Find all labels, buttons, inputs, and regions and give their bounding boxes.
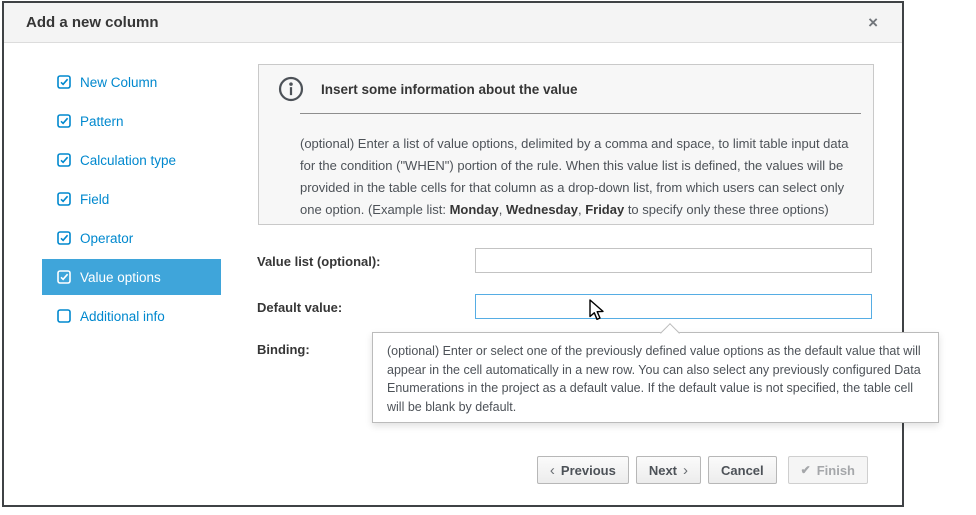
sidebar-item-label: New Column (80, 75, 157, 90)
info-panel-body: (optional) Enter a list of value options… (300, 133, 862, 221)
default-value-tooltip: (optional) Enter or select one of the pr… (372, 332, 939, 423)
mouse-cursor-icon (588, 299, 608, 321)
default-value-label: Default value: (257, 300, 342, 315)
value-list-input[interactable] (475, 248, 872, 273)
wizard-steps: New Column Pattern Calculation type Fiel… (42, 61, 221, 337)
info-panel: Insert some information about the value … (258, 64, 874, 225)
cancel-button[interactable]: Cancel (708, 456, 777, 484)
check-square-icon (57, 153, 71, 167)
binding-label: Binding: (257, 342, 310, 357)
sidebar-item-value-options[interactable]: Value options (42, 259, 221, 295)
default-value-input[interactable] (475, 294, 872, 319)
sidebar-item-operator[interactable]: Operator (42, 220, 221, 256)
dialog-titlebar: Add a new column × (4, 3, 902, 43)
close-icon[interactable]: × (868, 3, 878, 43)
sidebar-item-label: Field (80, 192, 109, 207)
check-square-icon (57, 114, 71, 128)
previous-button[interactable]: ‹ Previous (537, 456, 629, 484)
chevron-left-icon: ‹ (550, 463, 555, 478)
sidebar-item-calculation-type[interactable]: Calculation type (42, 142, 221, 178)
check-icon: ✔ (801, 463, 811, 477)
value-list-label: Value list (optional): (257, 254, 381, 269)
dialog-title: Add a new column (26, 3, 159, 43)
info-panel-title: Insert some information about the value (321, 82, 578, 97)
sidebar-item-label: Additional info (80, 309, 165, 324)
sidebar-item-new-column[interactable]: New Column (42, 64, 221, 100)
info-panel-divider (300, 113, 861, 114)
empty-square-icon (57, 309, 71, 323)
check-square-icon (57, 231, 71, 245)
sidebar-item-label: Value options (80, 270, 161, 285)
finish-button[interactable]: ✔ Finish (788, 456, 868, 484)
sidebar-item-additional-info[interactable]: Additional info (42, 298, 221, 334)
add-column-dialog: Add a new column × New Column Pattern Ca… (2, 1, 904, 507)
sidebar-item-label: Calculation type (80, 153, 176, 168)
check-square-icon (57, 270, 71, 284)
check-square-icon (57, 192, 71, 206)
sidebar-item-field[interactable]: Field (42, 181, 221, 217)
page-background: Add a new column × New Column Pattern Ca… (0, 0, 976, 515)
sidebar-item-label: Operator (80, 231, 133, 246)
chevron-right-icon: › (683, 463, 688, 478)
sidebar-item-label: Pattern (80, 114, 124, 129)
info-circle-icon (278, 76, 304, 102)
tooltip-text: (optional) Enter or select one of the pr… (373, 333, 938, 425)
check-square-icon (57, 75, 71, 89)
next-button[interactable]: Next › (636, 456, 701, 484)
wizard-footer: ‹ Previous Next › Cancel ✔ Finish (537, 456, 868, 484)
sidebar-item-pattern[interactable]: Pattern (42, 103, 221, 139)
